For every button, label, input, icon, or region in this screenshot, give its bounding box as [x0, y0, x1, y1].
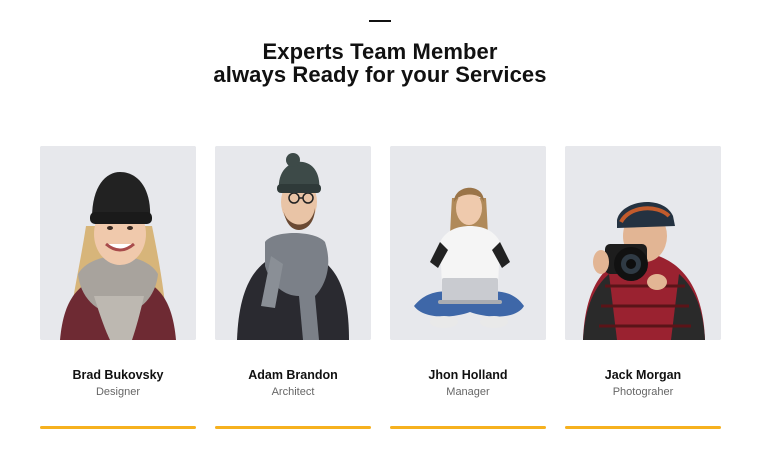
card-accent-bar	[215, 426, 371, 429]
man-beanie-scarf-portrait-icon	[215, 146, 371, 340]
team-photo[interactable]	[215, 146, 371, 340]
section-title-line-1: Experts Team Member	[262, 39, 498, 64]
member-name: Adam Brandon	[248, 368, 338, 382]
member-role: Designer	[95, 386, 141, 398]
member-role: Architect	[271, 386, 315, 398]
team-photo[interactable]	[40, 146, 196, 340]
team-card-adam[interactable]: Adam Brandon Architect	[215, 146, 371, 430]
team-card-brad[interactable]: Brad Bukovsky Designer	[40, 146, 196, 430]
woman-laptop-portrait-icon	[390, 146, 546, 340]
team-photo[interactable]	[565, 146, 721, 340]
team-photo[interactable]	[390, 146, 546, 340]
member-name: Jack Morgan	[604, 368, 682, 382]
section-title-line-2: always Ready for your Services	[213, 62, 547, 87]
member-name: Brad Bukovsky	[72, 368, 164, 382]
card-accent-bar	[565, 426, 721, 429]
member-role: Photograher	[612, 386, 674, 398]
member-role: Manager	[446, 386, 490, 398]
member-name: Jhon Holland	[428, 368, 508, 382]
section-divider	[369, 20, 391, 22]
team-card-jack[interactable]: Jack Morgan Photograher	[565, 146, 721, 430]
photographer-camera-portrait-icon	[565, 146, 721, 340]
team-section: Experts Team Member always Ready for you…	[0, 0, 760, 460]
card-accent-bar	[390, 426, 546, 429]
card-accent-bar	[40, 426, 196, 429]
section-title: Experts Team Member always Ready for you…	[0, 40, 760, 86]
team-card-jhon[interactable]: Jhon Holland Manager	[390, 146, 546, 430]
woman-beanie-scarf-portrait-icon	[40, 146, 196, 340]
